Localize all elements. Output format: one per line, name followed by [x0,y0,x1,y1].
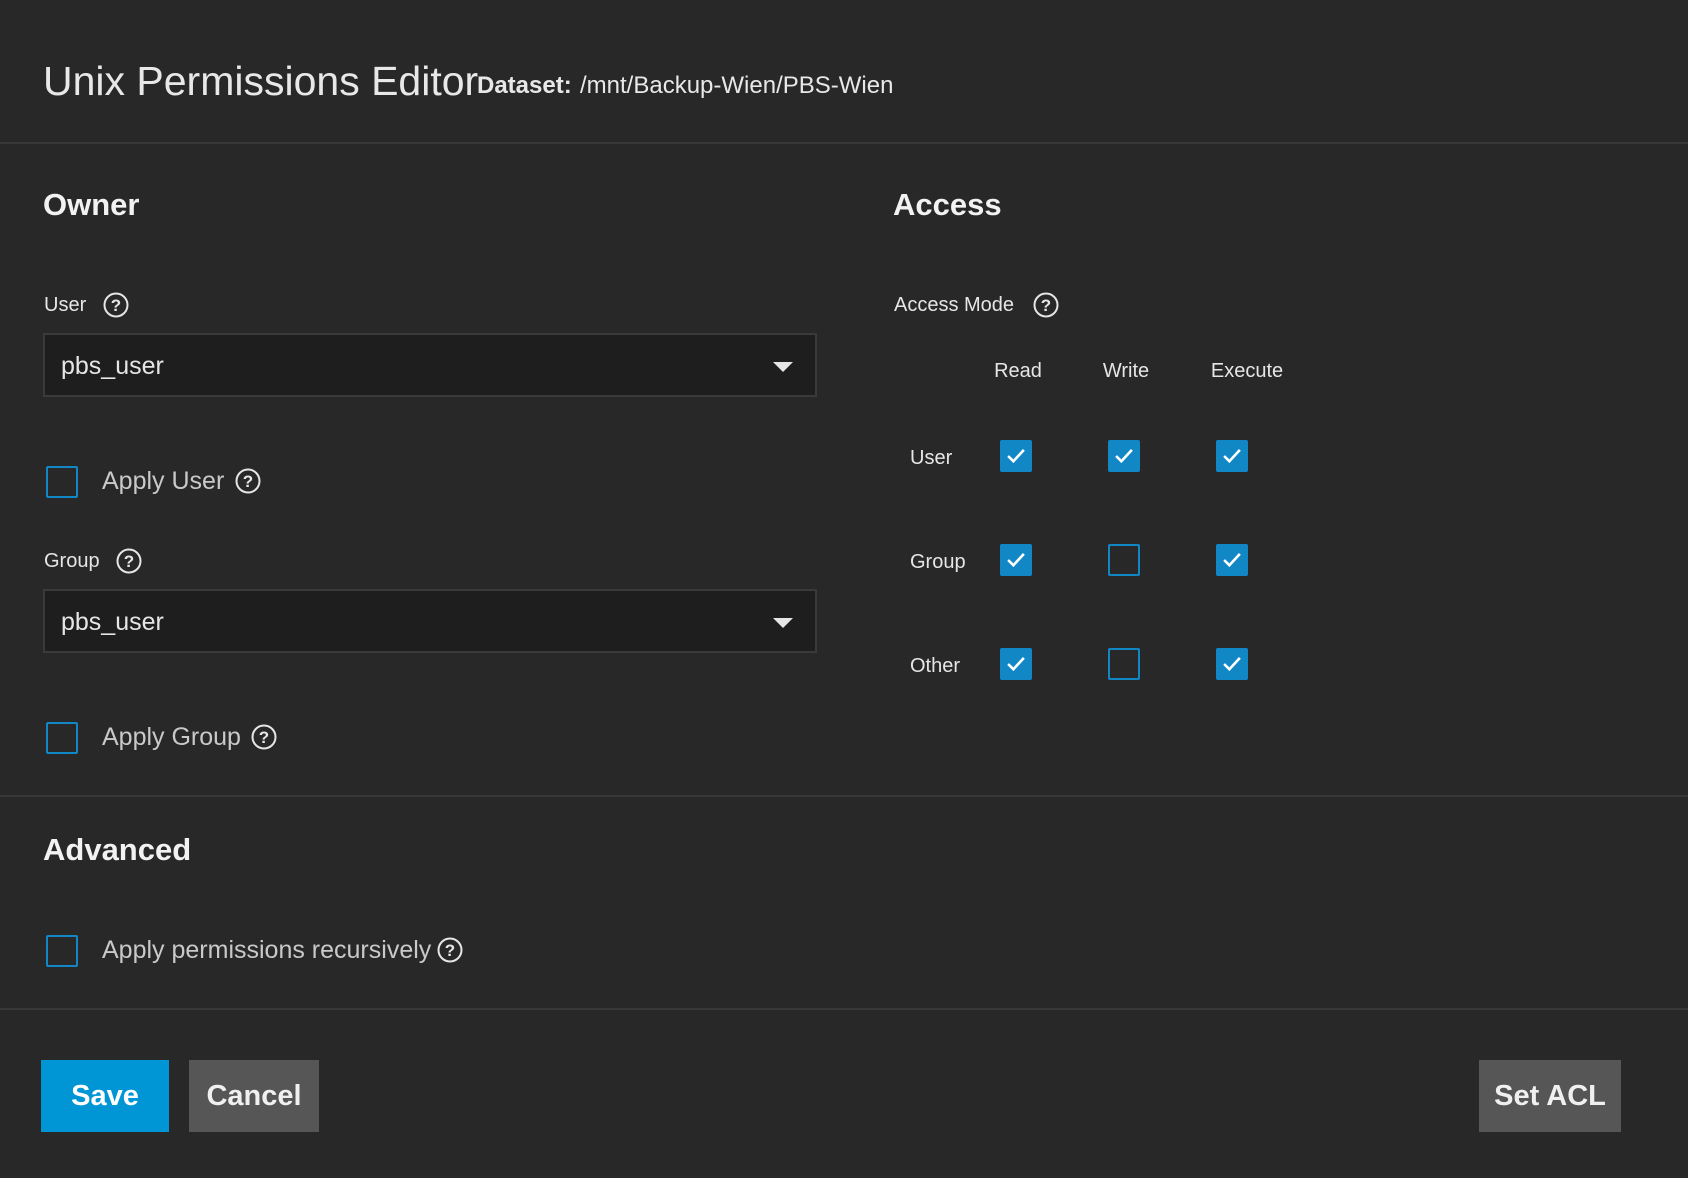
group-select-value: pbs_user [61,608,164,636]
owner-section-title: Owner [43,187,140,222]
recursive-label: Apply permissions recursively [102,936,432,964]
cancel-button[interactable]: Cancel [189,1060,319,1132]
save-button[interactable]: Save [41,1060,169,1132]
header-divider [0,142,1688,144]
permission-row-group: Group [910,551,966,573]
user-select-value: pbs_user [61,352,164,380]
dataset-label: Dataset: [477,72,572,99]
advanced-section-title: Advanced [43,832,192,867]
user-select[interactable]: pbs_user [43,333,817,397]
permission-column-execute: Execute [1210,360,1284,382]
chevron-down-icon [773,618,793,628]
group-read-checkbox[interactable] [1000,544,1032,576]
chevron-down-icon [773,362,793,372]
user-read-checkbox[interactable] [1000,440,1032,472]
apply-group-label: Apply Group [102,723,241,751]
access-mode-label: Access Mode [894,294,1015,316]
user-field-label: User [44,294,87,316]
user-write-checkbox[interactable] [1108,440,1140,472]
dataset-path: /mnt/Backup-Wien/PBS-Wien [580,72,894,99]
group-execute-checkbox[interactable] [1216,544,1248,576]
svg-text:?: ? [243,472,253,491]
help-icon[interactable]: ? [437,937,463,963]
section-divider [0,795,1688,797]
apply-user-checkbox[interactable] [46,466,78,498]
help-icon[interactable]: ? [251,724,277,750]
recursive-checkbox[interactable] [46,935,78,967]
svg-text:?: ? [111,296,121,315]
dialog-title: Unix Permissions Editor [43,58,479,104]
svg-text:?: ? [445,941,455,960]
group-write-checkbox[interactable] [1108,544,1140,576]
help-icon[interactable]: ? [103,292,129,318]
svg-text:?: ? [259,728,269,747]
help-icon[interactable]: ? [235,468,261,494]
permission-column-write: Write [1102,360,1150,382]
other-read-checkbox[interactable] [1000,648,1032,680]
permission-row-other: Other [910,655,961,677]
group-field-label: Group [44,550,100,572]
set-acl-button[interactable]: Set ACL [1479,1060,1621,1132]
apply-user-label: Apply User [102,467,225,495]
footer-divider [0,1008,1688,1010]
help-icon[interactable]: ? [116,548,142,574]
svg-text:?: ? [1041,296,1051,315]
other-execute-checkbox[interactable] [1216,648,1248,680]
permission-column-read: Read [994,360,1042,382]
other-write-checkbox[interactable] [1108,648,1140,680]
permission-row-user: User [910,447,953,469]
access-section-title: Access [893,187,1002,222]
apply-group-checkbox[interactable] [46,722,78,754]
user-execute-checkbox[interactable] [1216,440,1248,472]
svg-text:?: ? [124,552,134,571]
help-icon[interactable]: ? [1033,292,1059,318]
group-select[interactable]: pbs_user [43,589,817,653]
